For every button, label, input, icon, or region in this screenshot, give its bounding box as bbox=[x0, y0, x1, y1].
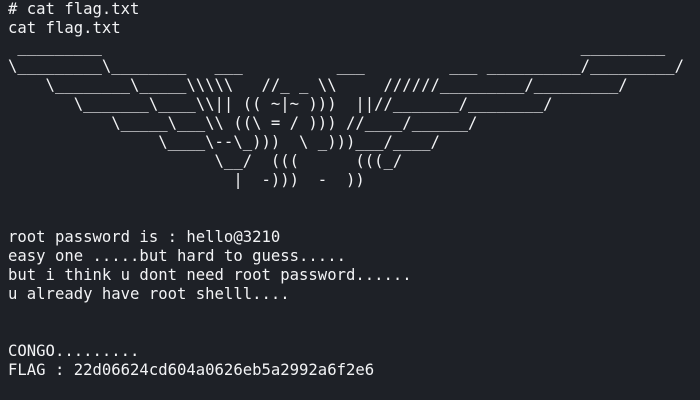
root-shell-message: u already have root shelll.... bbox=[8, 285, 290, 303]
congo-message: CONGO......... bbox=[8, 342, 140, 360]
dont-need-password-message: but i think u dont need root password...… bbox=[8, 266, 412, 284]
command-prompt-line: # cat flag.txt bbox=[8, 0, 140, 18]
easy-one-message: easy one .....but hard to guess..... bbox=[8, 247, 346, 265]
terminal-window[interactable]: # cat flag.txt cat flag.txt _________ __… bbox=[0, 0, 700, 400]
ascii-art-banner: _________ _________ \_________\________ … bbox=[8, 38, 684, 189]
flag-line: FLAG : 22d06624cd604a0626eb5a2992a6f2e6 bbox=[8, 361, 375, 379]
command-echo-line: cat flag.txt bbox=[8, 19, 121, 37]
root-password-message: root password is : hello@3210 bbox=[8, 228, 281, 246]
